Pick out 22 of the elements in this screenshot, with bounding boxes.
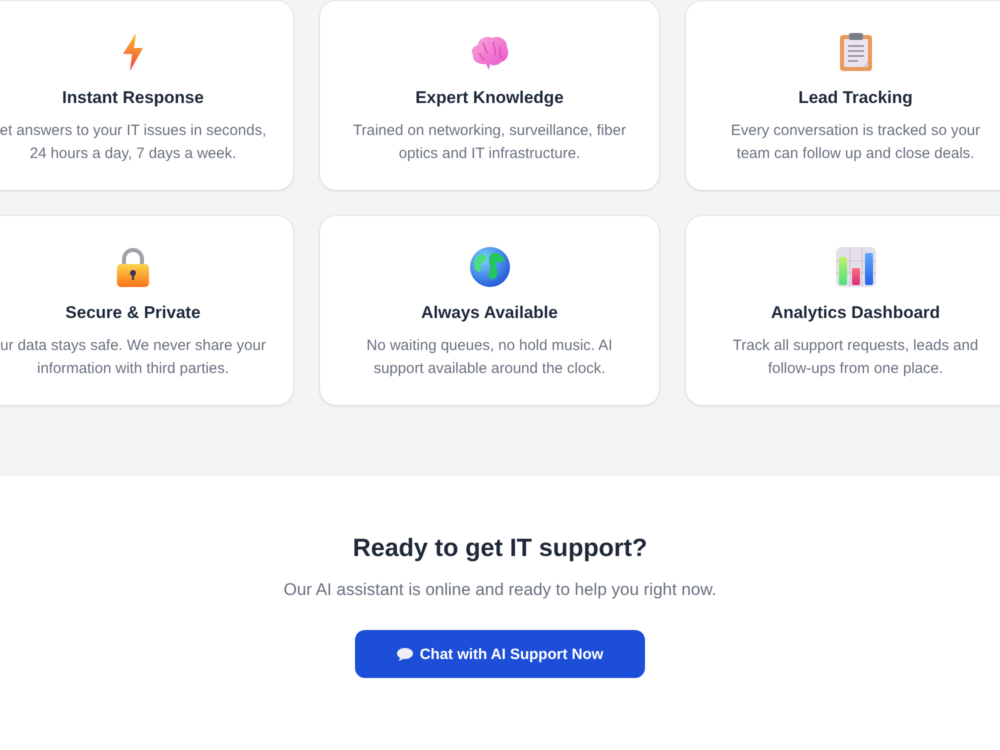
feature-description: Every conversation is tracked so your team can follow up and close deals. — [730, 121, 980, 164]
feature-title: Expert Knowledge — [415, 87, 564, 109]
chat-button[interactable]: Chat with AI Support Now — [354, 630, 646, 678]
feature-description: et answers to your IT issues in seconds, 24 hours a day, 7 days a week. — [0, 121, 266, 164]
feature-description: Trained on networking, surveillance, fiber optics and IT infrastructure. — [353, 121, 626, 164]
speech-bubble-icon — [396, 648, 413, 660]
feature-title: Analytics Dashboard — [770, 302, 940, 324]
feature-description: Track all support requests, leads and follow-ups from one place. — [732, 336, 978, 379]
feature-title: Secure & Private — [65, 302, 201, 324]
padlock-icon — [117, 248, 149, 286]
globe-icon — [470, 247, 510, 287]
bar-chart-icon — [836, 247, 876, 287]
feature-title: Always Available — [421, 302, 558, 324]
lightning-bolt-icon — [123, 33, 143, 71]
cta-heading: Ready to get IT support? — [352, 533, 648, 564]
feature-title: Instant Response — [62, 87, 204, 109]
feature-description: No waiting queues, no hold music. AI support available around the clock. — [366, 336, 612, 379]
clipboard-icon — [840, 33, 872, 71]
feature-description: ur data stays safe. We never share your information with third parties. — [0, 336, 266, 379]
feature-title: Lead Tracking — [798, 87, 913, 109]
cta-subtitle: Our AI assistant is online and ready to help you right now. — [284, 579, 716, 601]
brain-icon — [470, 34, 510, 70]
